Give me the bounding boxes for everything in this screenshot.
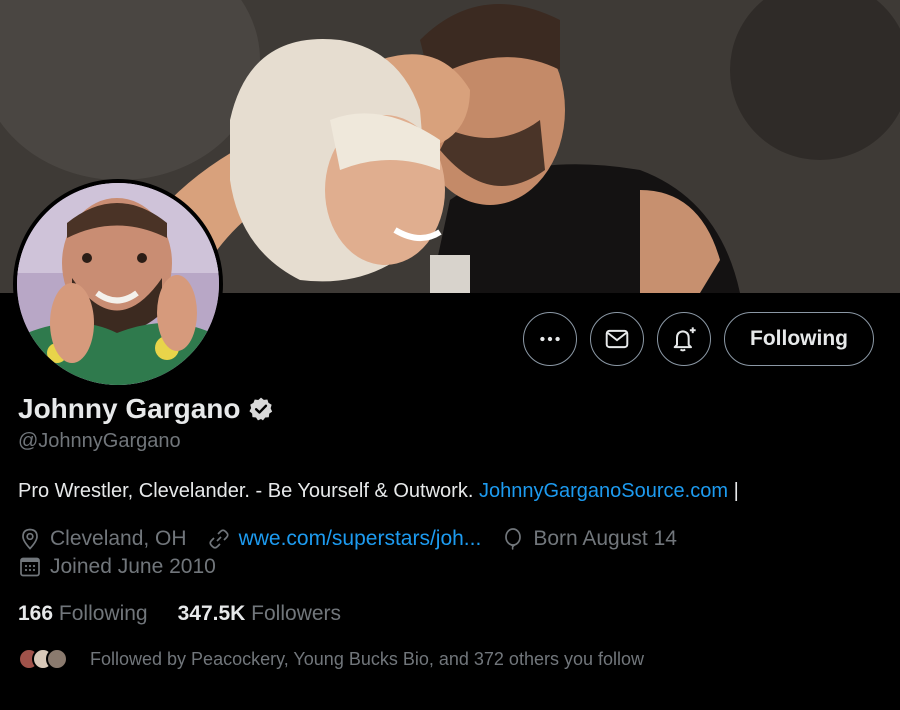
profile-bio: Pro Wrestler, Clevelander. - Be Yourself… <box>18 480 739 503</box>
bio-tail: | <box>733 480 739 502</box>
profile-name: Johnny Gargano <box>18 393 241 424</box>
location-icon <box>22 528 38 550</box>
location-text: Cleveland, OH <box>50 527 187 550</box>
avatar-image <box>17 183 219 385</box>
following-count: 166 <box>18 602 54 625</box>
message-button[interactable] <box>590 312 645 366</box>
birthday-text: Born August 14 <box>533 527 677 550</box>
following-button[interactable]: Following <box>724 312 874 366</box>
link-icon <box>208 529 229 549</box>
bio-link[interactable]: JohnnyGarganoSource.com <box>479 480 728 502</box>
notification-bell-icon <box>673 327 696 352</box>
calendar-icon <box>20 557 40 577</box>
followed-by-text: Followed by Peacockery, Young Bucks Bio,… <box>90 648 645 669</box>
more-button[interactable] <box>523 312 578 366</box>
following-count-link[interactable]: 166 Following <box>18 602 148 626</box>
followed-by[interactable]: Followed by Peacockery, Young Bucks Bio,… <box>18 648 644 670</box>
birthday-item: Born August 14 <box>501 527 677 551</box>
profile-meta: Cleveland, OH wwe.com/superstars/joh... … <box>18 527 697 551</box>
joined-text: Joined June 2010 <box>50 555 216 578</box>
profile-meta-joined: Joined June 2010 <box>18 555 236 579</box>
followers-count-link[interactable]: 347.5K Followers <box>178 602 341 626</box>
website-link[interactable]: wwe.com/superstars/joh... <box>239 527 482 551</box>
bio-text: Pro Wrestler, Clevelander. - Be Yourself… <box>18 480 474 502</box>
notifications-button[interactable] <box>657 312 712 366</box>
website-item: wwe.com/superstars/joh... <box>207 527 482 551</box>
follow-counts: 166 Following 347.5K Followers <box>18 602 341 626</box>
joined-item: Joined June 2010 <box>18 555 216 579</box>
avatar <box>46 648 68 670</box>
more-icon <box>540 336 560 342</box>
profile-avatar[interactable] <box>13 179 223 389</box>
followers-label: Followers <box>251 602 342 625</box>
balloon-icon <box>505 528 522 550</box>
location-item: Cleveland, OH <box>18 527 187 551</box>
mail-icon <box>605 329 629 349</box>
followed-by-avatars <box>18 648 68 670</box>
profile-name-row: Johnny Gargano <box>18 393 274 425</box>
verified-badge-icon[interactable] <box>248 396 274 422</box>
following-label: Following <box>58 602 148 625</box>
profile-actions: Following <box>523 312 874 366</box>
profile-handle: @JohnnyGargano <box>18 430 181 452</box>
followers-count: 347.5K <box>177 602 246 625</box>
